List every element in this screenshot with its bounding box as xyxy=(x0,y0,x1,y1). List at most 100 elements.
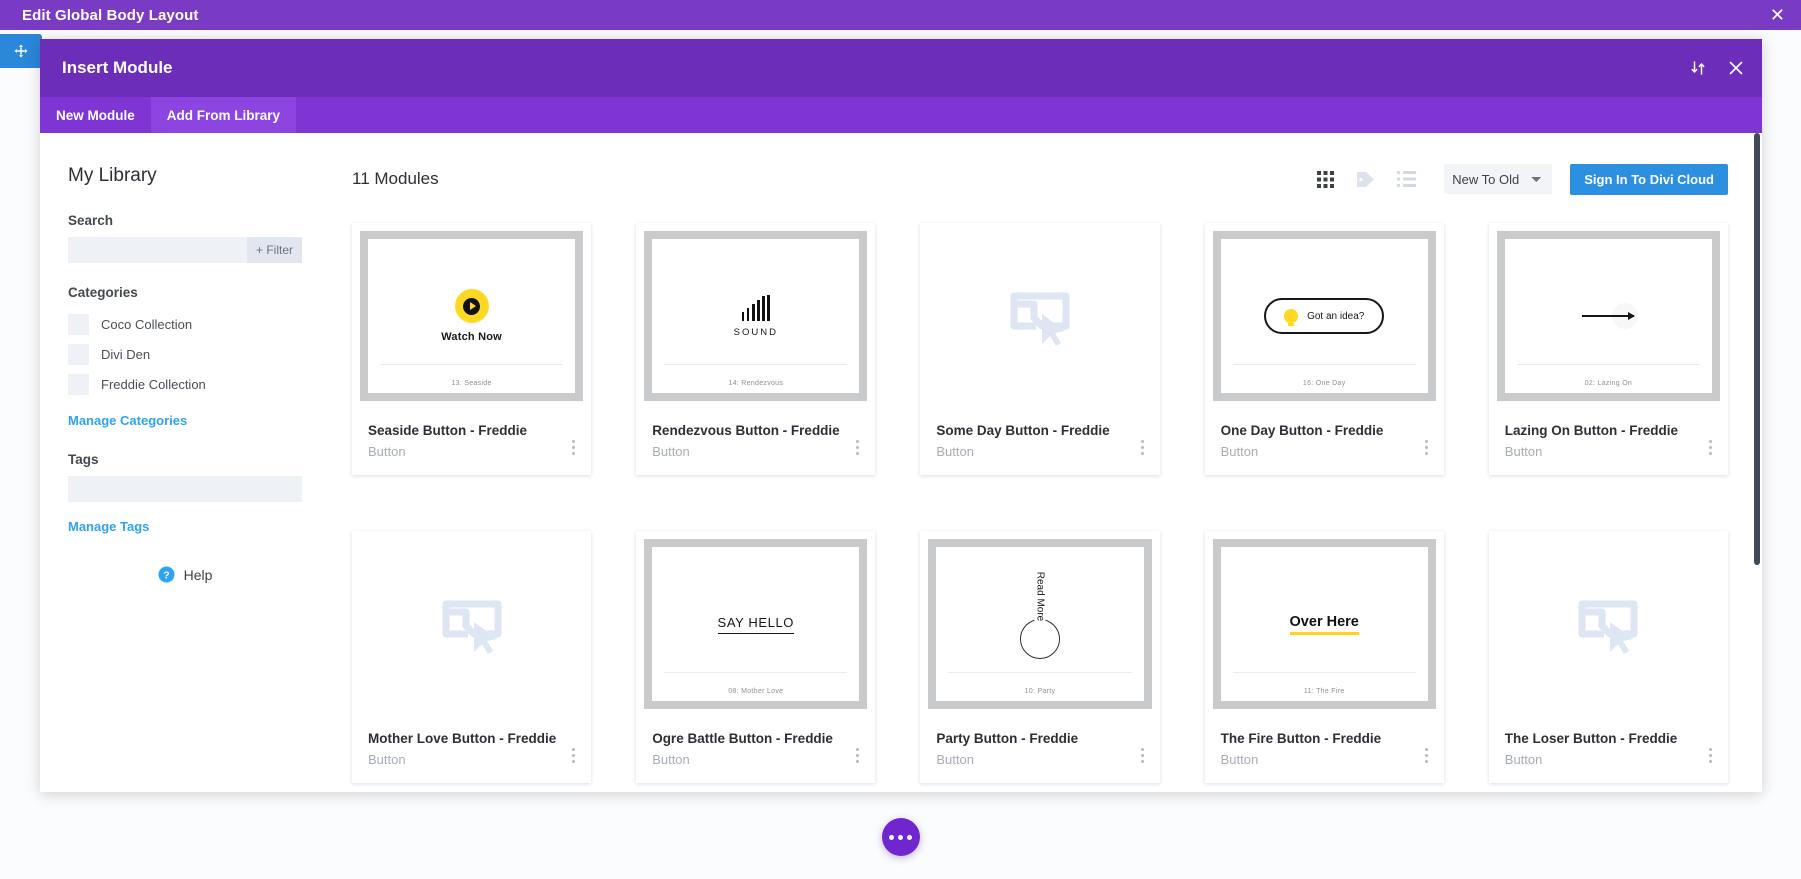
module-type: Button xyxy=(652,752,690,768)
tab-add-from-library[interactable]: Add From Library xyxy=(150,97,297,133)
modal-body: My Library Search + Filter Categories Co… xyxy=(40,133,1762,792)
manage-tags-link[interactable]: Manage Tags xyxy=(68,519,149,534)
module-thumbnail xyxy=(920,223,1160,409)
category-label: Coco Collection xyxy=(101,316,193,332)
module-title: One Day Button - Freddie xyxy=(1220,423,1384,438)
module-card[interactable]: Got an idea? 16: One Day One Day Button … xyxy=(1204,223,1444,476)
content-header: 11 Modules New To Old Sign In To Divi Cl… xyxy=(352,163,1728,195)
module-card[interactable]: SOUND 14: Rendezvous Rendezvous Button -… xyxy=(636,223,876,476)
module-title: Some Day Button - Freddie xyxy=(936,423,1110,438)
checkbox-icon[interactable] xyxy=(68,373,89,395)
move-arrows-icon xyxy=(14,44,28,58)
read-more-circle-art: Read More xyxy=(1014,569,1066,660)
content-scrollbar[interactable] xyxy=(1753,133,1762,792)
screen-cursor-placeholder-icon xyxy=(442,600,502,655)
thumbnail-art: Over Here xyxy=(1221,547,1428,701)
lightbulb-icon xyxy=(1284,309,1299,326)
more-options-fab[interactable] xyxy=(881,818,920,856)
library-sidebar: My Library Search + Filter Categories Co… xyxy=(40,133,330,792)
thumbnail-divider xyxy=(380,364,564,365)
modal-header: Insert Module xyxy=(40,39,1762,97)
list-view-icon[interactable] xyxy=(1397,171,1417,187)
module-card[interactable]: SAY HELLO 08: Mother Love Ogre Battle Bu… xyxy=(636,531,876,784)
module-title: Lazing On Button - Freddie xyxy=(1504,423,1679,438)
move-handle[interactable] xyxy=(0,34,42,68)
checkbox-icon[interactable] xyxy=(68,313,89,335)
module-card[interactable]: Over Here 11: The Fire The Fire Button -… xyxy=(1204,531,1444,784)
module-card[interactable]: 02: Lazing On Lazing On Button - Freddie… xyxy=(1488,223,1728,476)
thumbnail-caption: 02: Lazing On xyxy=(1584,380,1633,387)
modal-tabs: New Module Add From Library xyxy=(40,97,1762,133)
module-type: Button xyxy=(368,444,406,460)
thumbnail-placeholder xyxy=(436,531,508,717)
filter-button[interactable]: + Filter xyxy=(246,237,302,263)
module-meta: One Day Button - Freddie Button xyxy=(1205,409,1444,475)
thumbnail-caption: 08: Mother Love xyxy=(728,688,784,696)
module-card[interactable]: Watch Now 13: Seaside Seaside Button - F… xyxy=(352,223,592,476)
module-thumbnail xyxy=(352,531,592,718)
thumbnail-placeholder xyxy=(1004,223,1076,409)
sign-in-divi-cloud-button[interactable]: Sign In To Divi Cloud xyxy=(1570,163,1728,195)
module-type: Button xyxy=(368,752,406,768)
module-count: 11 Modules xyxy=(352,169,439,188)
thumbnail-divider xyxy=(948,672,1132,674)
screen-cursor-placeholder-icon xyxy=(1578,600,1638,655)
module-options-icon[interactable] xyxy=(854,438,861,457)
category-item-coco-collection[interactable]: Coco Collection xyxy=(68,309,302,339)
grid-view-icon[interactable] xyxy=(1317,170,1335,188)
sort-select[interactable]: New To Old xyxy=(1444,164,1553,194)
view-mode-icons xyxy=(1317,170,1417,188)
scrollbar-thumb[interactable] xyxy=(1754,133,1760,565)
module-options-icon[interactable] xyxy=(1707,438,1714,457)
close-icon[interactable] xyxy=(1728,60,1744,76)
manage-categories-link[interactable]: Manage Categories xyxy=(68,413,187,428)
module-card[interactable]: Mother Love Button - Freddie Button xyxy=(352,531,592,784)
tab-new-module[interactable]: New Module xyxy=(40,97,151,133)
module-thumbnail: Got an idea? 16: One Day xyxy=(1204,223,1444,409)
modal-title: Insert Module xyxy=(62,58,173,77)
category-item-divi-den[interactable]: Divi Den xyxy=(68,339,302,369)
close-icon[interactable]: ✕ xyxy=(1770,6,1785,24)
module-card[interactable]: The Loser Button - Freddie Button xyxy=(1488,531,1728,784)
module-options-icon[interactable] xyxy=(1707,746,1714,765)
module-meta: Some Day Button - Freddie Button xyxy=(920,409,1159,475)
module-card[interactable]: Read More 10: Party Party Button - Fredd… xyxy=(920,531,1160,784)
module-options-icon[interactable] xyxy=(1423,746,1430,765)
thumbnail-caption: 14: Rendezvous xyxy=(728,380,784,387)
module-title: Mother Love Button - Freddie xyxy=(368,731,557,747)
tag-view-icon[interactable] xyxy=(1356,171,1375,188)
module-thumbnail: Read More 10: Party xyxy=(920,531,1160,718)
module-options-icon[interactable] xyxy=(1139,438,1146,457)
sound-bars-icon xyxy=(741,294,770,321)
module-title: The Fire Button - Freddie xyxy=(1220,731,1382,747)
search-row: + Filter xyxy=(68,237,302,263)
thumbnail-divider xyxy=(664,364,848,365)
thumbnail-art-text: Over Here xyxy=(1289,614,1359,635)
module-title: Party Button - Freddie xyxy=(936,731,1079,747)
module-options-icon[interactable] xyxy=(854,746,861,765)
module-type: Button xyxy=(1220,752,1259,768)
module-options-icon[interactable] xyxy=(1423,438,1430,457)
module-meta: Rendezvous Button - Freddie Button xyxy=(636,409,875,475)
module-options-icon[interactable] xyxy=(1139,746,1146,765)
tags-input[interactable] xyxy=(68,476,302,502)
thumbnail-caption: 11: The Fire xyxy=(1303,688,1345,696)
module-card[interactable]: Some Day Button - Freddie Button xyxy=(920,223,1160,476)
thumbnail-art-text: SAY HELLO xyxy=(717,615,795,634)
category-label: Freddie Collection xyxy=(101,376,206,392)
checkbox-icon[interactable] xyxy=(68,343,89,365)
sort-arrows-icon[interactable] xyxy=(1690,60,1706,76)
page-title: Edit Global Body Layout xyxy=(22,6,199,24)
thumbnail-art xyxy=(1505,239,1712,393)
search-label: Search xyxy=(68,213,114,228)
module-options-icon[interactable] xyxy=(570,438,577,457)
thumbnail-art: Got an idea? xyxy=(1221,239,1428,393)
module-title: Rendezvous Button - Freddie xyxy=(652,423,840,438)
category-item-freddie-collection[interactable]: Freddie Collection xyxy=(68,369,302,399)
module-options-icon[interactable] xyxy=(570,746,577,765)
module-title: Seaside Button - Freddie xyxy=(368,423,528,438)
module-type: Button xyxy=(652,444,690,460)
svg-text:?: ? xyxy=(163,569,169,581)
help-button[interactable]: ? Help xyxy=(68,566,302,583)
module-meta: Seaside Button - Freddie Button xyxy=(352,409,591,475)
